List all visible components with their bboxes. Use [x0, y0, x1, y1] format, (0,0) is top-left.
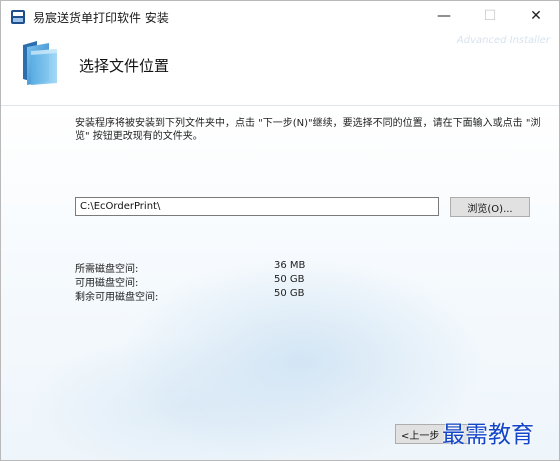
watermark-text: 最需教育 — [442, 422, 534, 448]
wizard-header: Advanced Installer 选择文件位置 — [1, 31, 559, 105]
title-bar[interactable]: 易宸送货单打印软件 安装 — ☐ ✕ — [1, 1, 559, 31]
available-space-label: 可用磁盘空间: — [75, 278, 139, 289]
brand-label: Advanced Installer — [456, 35, 550, 46]
remaining-space-label: 剩余可用磁盘空间: — [75, 292, 159, 303]
close-button[interactable]: ✕ — [513, 1, 559, 31]
page-title: 选择文件位置 — [79, 57, 170, 75]
required-space-value: 36 MB — [274, 260, 306, 271]
installer-app-icon — [11, 10, 25, 24]
remaining-space-value: 50 GB — [274, 288, 305, 299]
installer-window: 易宸送货单打印软件 安装 — ☐ ✕ Advanced Installer 选择… — [0, 0, 560, 461]
install-path-input[interactable] — [75, 197, 439, 216]
required-space-label: 所需磁盘空间: — [75, 264, 139, 275]
install-description: 安装程序将被安装到下列文件夹中，点击 "下一步(N)"继续，要选择不同的位置，请… — [75, 118, 541, 142]
folder-icon — [23, 41, 57, 85]
minimize-button[interactable]: — — [421, 1, 467, 31]
browse-button[interactable]: 浏览(O)... — [450, 197, 530, 217]
window-title: 易宸送货单打印软件 安装 — [33, 11, 169, 25]
available-space-value: 50 GB — [274, 274, 305, 285]
maximize-button[interactable]: ☐ — [467, 1, 513, 31]
